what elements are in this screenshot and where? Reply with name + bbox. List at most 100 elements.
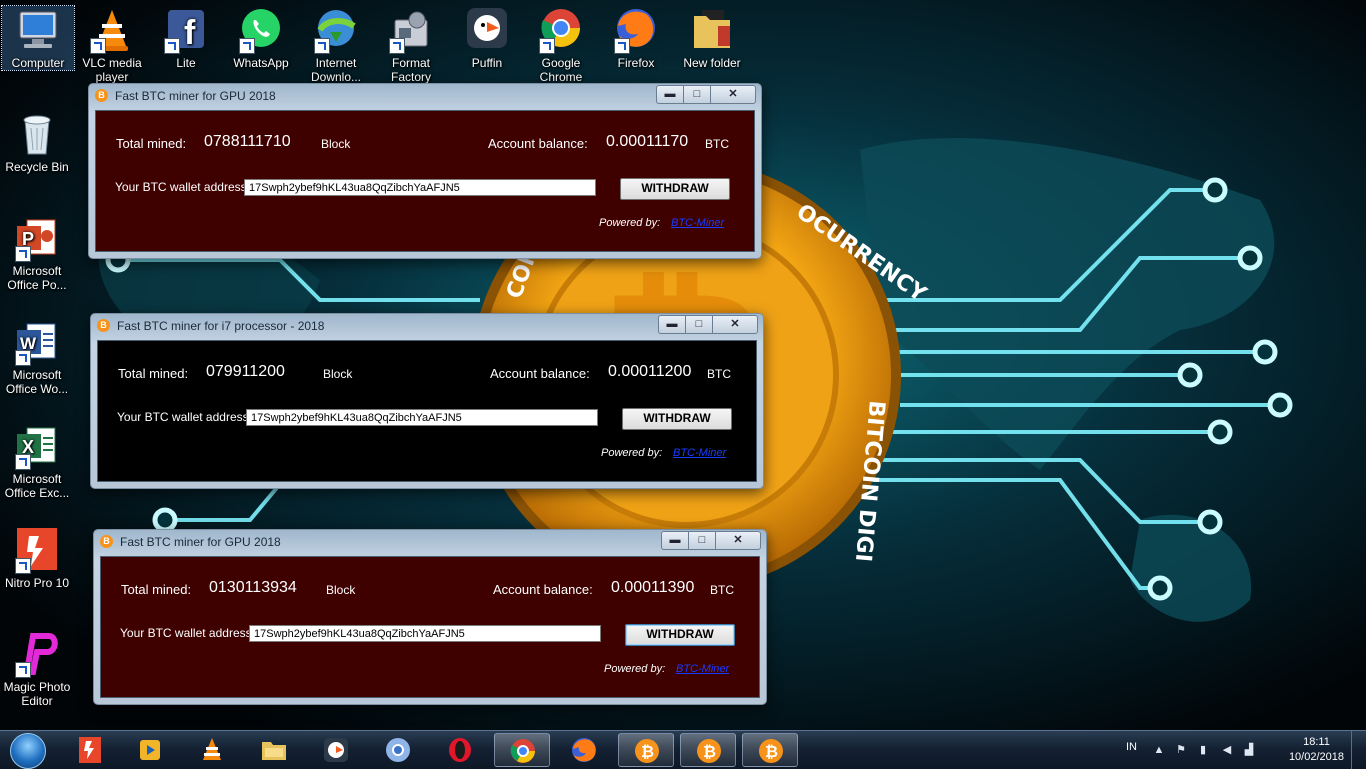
withdraw-button[interactable]: WITHDRAW: [625, 624, 735, 646]
chromium-icon: [386, 738, 410, 762]
close-button[interactable]: ✕: [712, 315, 758, 334]
desktop-icon-powerpoint[interactable]: P Microsoft Office Po...: [1, 214, 73, 292]
shortcut-arrow-icon: [614, 38, 630, 54]
desktop-icon-new-folder[interactable]: New folder: [676, 6, 748, 70]
window-title: Fast BTC miner for GPU 2018: [115, 89, 276, 103]
wallet-address-input[interactable]: 17Swph2ybef9hKL43ua8QqZibchYaAFJN5: [249, 625, 601, 642]
desktop-icon-firefox[interactable]: Firefox: [600, 6, 672, 70]
minimize-button[interactable]: ▬: [658, 315, 685, 334]
desktop-icon-facebook-lite[interactable]: f Lite: [150, 6, 222, 70]
bitcoin-icon: ₿: [635, 739, 659, 763]
balance-value: 0.00011170: [606, 133, 689, 150]
currency-label: BTC: [705, 137, 729, 151]
powered-by-link[interactable]: BTC-Miner: [671, 217, 724, 229]
taskbar-item-btc-miner-1[interactable]: ₿: [618, 733, 674, 767]
balance-label: Account balance:: [493, 582, 593, 597]
close-button[interactable]: ✕: [710, 85, 756, 104]
taskbar-item-btc-miner-2[interactable]: ₿: [680, 733, 736, 767]
powered-by-label: Powered by:: [599, 217, 661, 229]
folder-icon: [694, 10, 730, 48]
maximize-button[interactable]: □: [685, 315, 712, 334]
shortcut-arrow-icon: [389, 38, 405, 54]
powered-by-link[interactable]: BTC-Miner: [676, 663, 729, 675]
start-button[interactable]: [4, 732, 52, 769]
taskbar-item-chromium[interactable]: [370, 733, 426, 767]
desktop-icon-whatsapp[interactable]: WhatsApp: [225, 6, 297, 70]
balance-value: 0.00011390: [611, 579, 695, 596]
taskbar-item-puffin[interactable]: [308, 733, 364, 767]
desktop-icon-word[interactable]: W Microsoft Office Wo...: [1, 318, 73, 396]
volume-icon[interactable]: ◀: [1220, 743, 1234, 757]
desktop-icon-recycle-bin[interactable]: Recycle Bin: [1, 110, 73, 174]
network-signal-icon[interactable]: ▟: [1242, 743, 1256, 757]
desktop-icon-magic-photo-editor[interactable]: Magic Photo Editor: [1, 630, 73, 708]
desktop-icon-puffin[interactable]: Puffin: [451, 6, 523, 70]
window-title: Fast BTC miner for i7 processor - 2018: [117, 319, 325, 333]
title-bar[interactable]: B Fast BTC miner for i7 processor - 2018…: [91, 314, 763, 336]
wallet-address-input[interactable]: 17Swph2ybef9hKL43ua8QqZibchYaAFJN5: [246, 409, 598, 426]
taskbar-item-explorer[interactable]: [246, 733, 302, 767]
shortcut-arrow-icon: [15, 454, 31, 470]
withdraw-button[interactable]: WITHDRAW: [622, 408, 732, 430]
taskbar-item-opera[interactable]: [432, 733, 488, 767]
shortcut-arrow-icon: [539, 38, 555, 54]
opera-icon: [449, 738, 471, 762]
maximize-button[interactable]: □: [688, 531, 715, 550]
power-icon[interactable]: ▮: [1196, 743, 1210, 757]
shortcut-arrow-icon: [314, 38, 330, 54]
title-bar[interactable]: B Fast BTC miner for GPU 2018 ▬ □ ✕: [94, 530, 766, 552]
action-center-icon[interactable]: ⚑: [1174, 743, 1188, 757]
chrome-icon: [510, 739, 535, 763]
language-indicator[interactable]: IN: [1126, 741, 1137, 753]
show-hidden-icons-icon[interactable]: ▲: [1152, 743, 1166, 757]
desktop-icon-internet-download-manager[interactable]: Internet Downlo...: [300, 6, 372, 84]
show-desktop-button[interactable]: [1351, 731, 1366, 769]
taskbar-item-firefox[interactable]: [556, 733, 612, 767]
desktop-icon-format-factory[interactable]: Format Factory: [375, 6, 447, 84]
computer-icon: [19, 11, 57, 48]
shortcut-arrow-icon: [239, 38, 255, 54]
taskbar-item-btc-miner-3[interactable]: ₿: [742, 733, 798, 767]
svg-text:₿: ₿: [765, 742, 778, 761]
clock[interactable]: 18:11 10/02/2018: [1289, 735, 1344, 765]
shortcut-arrow-icon: [15, 662, 31, 678]
miner-panel: Total mined: 079911200 Block Account bal…: [97, 340, 757, 482]
desktop-icon-computer[interactable]: Computer: [1, 5, 75, 71]
total-mined-label: Total mined:: [121, 582, 192, 597]
wallet-label: Your BTC wallet address:: [115, 180, 250, 194]
miner-panel: Total mined: 0130113934 Block Account ba…: [100, 556, 760, 698]
taskbar-item-media-player[interactable]: [122, 733, 178, 767]
desktop-icon-vlc[interactable]: VLC media player: [76, 6, 148, 84]
media-player-icon: [140, 740, 160, 760]
desktop-icon-google-chrome[interactable]: Google Chrome: [525, 6, 597, 84]
minimize-button[interactable]: ▬: [661, 531, 688, 550]
taskbar-item-vlc[interactable]: [184, 733, 240, 767]
taskbar-item-chrome[interactable]: [494, 733, 550, 767]
wallet-address-input[interactable]: 17Swph2ybef9hKL43ua8QqZibchYaAFJN5: [244, 179, 596, 196]
miner-window-gpu-2[interactable]: B Fast BTC miner for GPU 2018 ▬ □ ✕ Tota…: [93, 529, 767, 705]
bitcoin-icon: B: [97, 319, 110, 332]
puffin-icon: [467, 8, 507, 48]
minimize-button[interactable]: ▬: [656, 85, 683, 104]
total-mined-value: 0788111710: [204, 133, 291, 150]
desktop-icon-excel[interactable]: X Microsoft Office Exc...: [1, 422, 73, 500]
miner-window-gpu-1[interactable]: B Fast BTC miner for GPU 2018 ▬ □ ✕ Tota…: [88, 83, 762, 259]
windows-logo-icon: [10, 733, 46, 769]
withdraw-button[interactable]: WITHDRAW: [620, 178, 730, 200]
clock-date: 10/02/2018: [1288, 751, 1344, 763]
maximize-button[interactable]: □: [683, 85, 710, 104]
taskbar-item-nitro[interactable]: [62, 733, 118, 767]
wallet-label: Your BTC wallet address:: [117, 410, 252, 424]
shortcut-arrow-icon: [15, 558, 31, 574]
miner-panel: Total mined: 0788111710 Block Account ba…: [95, 110, 755, 252]
miner-window-i7[interactable]: B Fast BTC miner for i7 processor - 2018…: [90, 313, 764, 489]
nitro-pdf-icon: [79, 737, 101, 763]
total-mined-label: Total mined:: [116, 136, 187, 151]
powered-by-link[interactable]: BTC-Miner: [673, 447, 726, 459]
title-bar[interactable]: B Fast BTC miner for GPU 2018 ▬ □ ✕: [89, 84, 761, 106]
block-label: Block: [321, 137, 351, 151]
taskbar: ₿ ₿ ₿ IN ▲ ⚑ ▮ ◀ ▟ 18:11 10/02/2018: [0, 730, 1366, 769]
close-button[interactable]: ✕: [715, 531, 761, 550]
desktop-icon-nitro-pro[interactable]: Nitro Pro 10: [1, 526, 73, 590]
explorer-icon: [262, 742, 286, 760]
